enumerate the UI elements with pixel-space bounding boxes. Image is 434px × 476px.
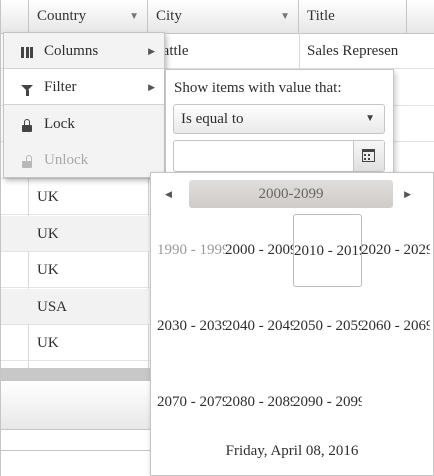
header-cell-city[interactable]: City ▼ xyxy=(148,0,299,33)
submenu-arrow-icon: ▶ xyxy=(148,46,155,56)
column-menu: Columns ▶ Filter ▶ Lock Unlock xyxy=(3,32,165,178)
filter-operator-select[interactable]: Is equal to ▼ xyxy=(173,104,385,134)
decade-cell[interactable]: 2070 - 2079 xyxy=(157,366,226,439)
decade-cell[interactable]: 2000 - 2009 xyxy=(225,214,294,287)
header-label-title: Title xyxy=(307,8,335,24)
grid-header: Country ▼ City ▼ Title xyxy=(1,0,434,34)
menu-item-columns[interactable]: Columns ▶ xyxy=(4,33,164,69)
calendar-popup: ◀ 2000-2099 ▶ 1990 - 1999 2000 - 2009 2010… xyxy=(150,172,434,476)
decade-cell[interactable]: 2080 - 2089 xyxy=(225,366,294,439)
calendar-prev-icon[interactable]: ◀ xyxy=(165,183,172,205)
calendar-header: ◀ 2000-2099 ▶ xyxy=(151,173,433,215)
header-cell-country[interactable]: Country ▼ xyxy=(29,0,148,33)
decade-cell[interactable]: 2090 - 2099 xyxy=(293,366,362,439)
menu-item-lock[interactable]: Lock xyxy=(4,106,164,142)
column-menu-chevron-icon[interactable]: ▼ xyxy=(280,0,290,33)
header-cell-first[interactable] xyxy=(1,0,29,33)
menu-item-filter-label: Filter xyxy=(44,79,77,95)
header-label-country: Country xyxy=(37,8,87,24)
decade-cell[interactable]: 2030 - 2039 xyxy=(157,290,226,363)
columns-icon xyxy=(20,33,34,69)
filter-value-input[interactable] xyxy=(173,140,385,172)
dropdown-arrow-icon: ▼ xyxy=(365,113,375,124)
cell-country: UK xyxy=(37,262,59,278)
menu-item-unlock: Unlock xyxy=(4,142,164,178)
calendar-next-icon[interactable]: ▶ xyxy=(404,183,411,205)
header-label-city: City xyxy=(156,8,182,24)
menu-item-filter[interactable]: Filter ▶ xyxy=(4,69,164,105)
decade-cell[interactable]: 2060 - 2069 xyxy=(361,290,430,363)
menu-item-unlock-label: Unlock xyxy=(44,152,89,168)
decade-cell[interactable]: 2010 - 2019 xyxy=(293,214,362,287)
filter-operator-value: Is equal to xyxy=(181,111,244,127)
calendar-icon xyxy=(362,149,375,162)
decade-cell[interactable]: 2020 - 2029 xyxy=(361,214,430,287)
unlock-icon xyxy=(20,142,34,178)
menu-item-columns-label: Columns xyxy=(44,43,99,59)
menu-item-lock-label: Lock xyxy=(44,116,75,132)
cell-city: eattle xyxy=(156,43,189,59)
filter-popup: Show items with value that: Is equal to … xyxy=(165,69,394,179)
submenu-arrow-icon: ▶ xyxy=(148,82,155,92)
cell-country: UK xyxy=(37,225,59,242)
filter-prompt: Show items with value that: xyxy=(174,80,342,96)
header-cell-title[interactable]: Title xyxy=(299,0,407,33)
calendar-toggle-button[interactable] xyxy=(353,141,384,171)
decade-cell[interactable]: 2050 - 2059 xyxy=(293,290,362,363)
decade-cell[interactable]: 2040 - 2049 xyxy=(225,290,294,363)
cell-country: UK xyxy=(37,335,59,351)
cell-country: UK xyxy=(37,189,59,205)
filter-icon xyxy=(20,69,34,105)
calendar-title[interactable]: 2000-2099 xyxy=(189,180,393,208)
lock-icon xyxy=(20,106,34,142)
column-menu-chevron-icon[interactable]: ▼ xyxy=(129,0,139,33)
cell-country: USA xyxy=(37,298,68,315)
calendar-today-link[interactable]: Friday, April 08, 2016 xyxy=(151,443,433,460)
decade-cell[interactable]: 1990 - 1999 xyxy=(157,214,226,287)
cell-title: Sales Represen xyxy=(307,43,399,59)
